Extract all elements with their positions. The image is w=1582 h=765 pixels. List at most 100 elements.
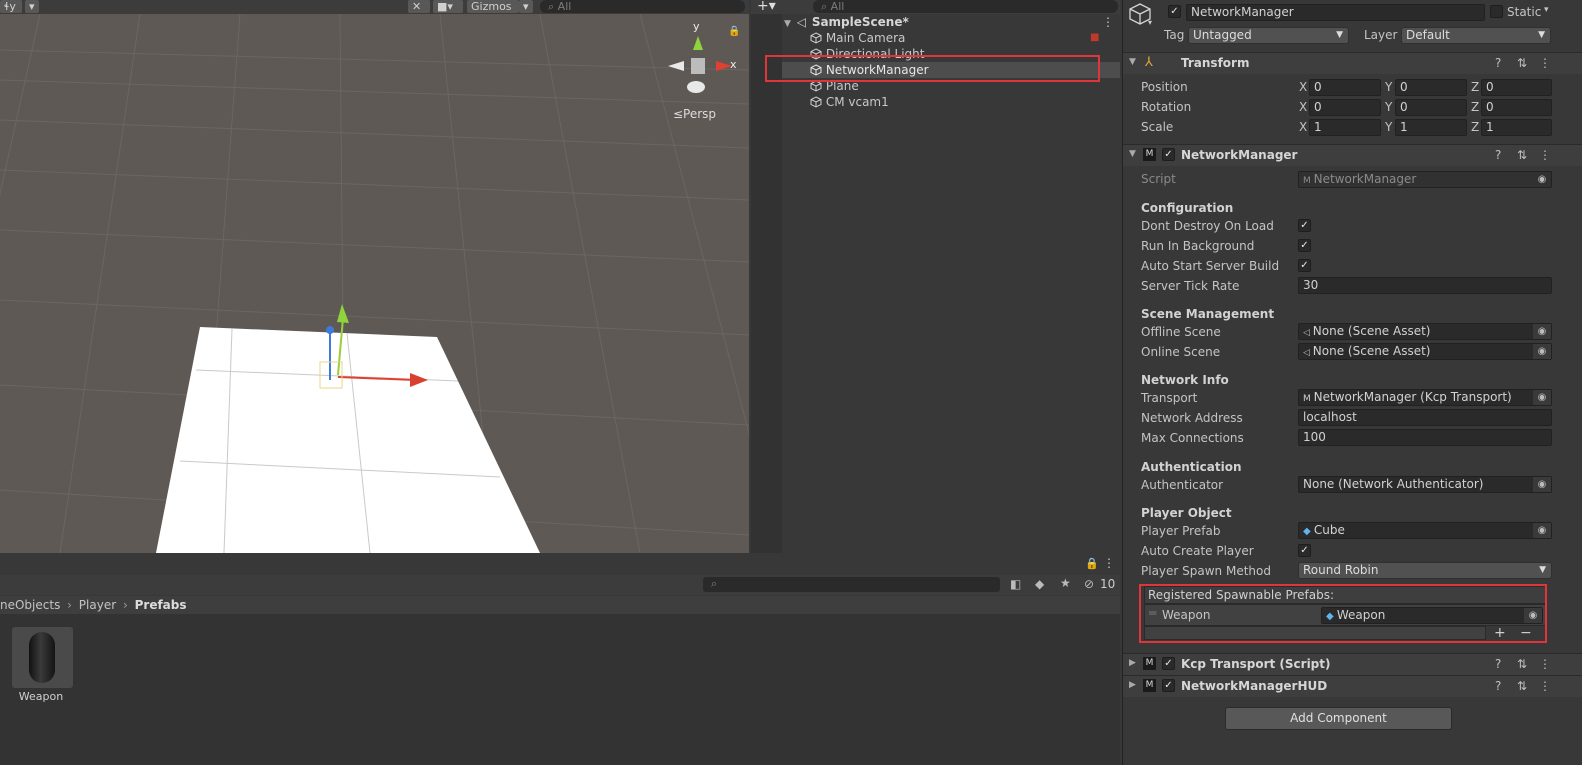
scene-search-input[interactable]: ⌕ All <box>540 0 745 13</box>
enabled-checkbox[interactable]: ✓ <box>1162 679 1175 692</box>
foldout-icon[interactable]: ▼ <box>784 19 791 29</box>
lock-icon[interactable]: 🔒 <box>728 26 740 37</box>
breadcrumb-item[interactable]: Player <box>79 598 116 612</box>
asset-weapon-thumbnail[interactable] <box>12 627 73 688</box>
active-checkbox[interactable]: ✓ <box>1168 5 1181 18</box>
hierarchy-item-main-camera[interactable]: Main Camera <box>810 30 905 46</box>
project-toolbar: ⌕ ◧ ◆ ★ ⊘ 10 <box>0 575 1120 595</box>
rotation-y-input[interactable]: 0 <box>1395 99 1467 116</box>
network-address-input[interactable]: localhost <box>1298 409 1552 426</box>
camera-icon[interactable]: ■▾ <box>433 0 463 13</box>
static-dropdown-icon[interactable]: ▾ <box>1544 5 1549 15</box>
hierarchy-item-cm-vcam1[interactable]: CM vcam1 <box>810 94 889 110</box>
scale-z-input[interactable]: 1 <box>1481 119 1552 136</box>
preset-icon[interactable]: ⇅ <box>1517 148 1527 162</box>
layer-dropdown[interactable]: Default ▼ <box>1401 27 1551 44</box>
plane-mesh <box>156 327 540 553</box>
kebab-menu-icon[interactable]: ⋮ <box>1539 679 1551 693</box>
layer-label: Layer <box>1364 28 1398 42</box>
help-icon[interactable]: ? <box>1495 148 1501 162</box>
offline-scene-field[interactable]: ◁ None (Scene Asset) ◉ <box>1298 323 1552 340</box>
hidden-eye-icon[interactable]: ⊘ <box>1084 577 1094 591</box>
kebab-menu-icon[interactable]: ⋮ <box>1102 14 1114 30</box>
tool-handle-button[interactable]: ɬy <box>0 0 22 13</box>
transport-label: Transport <box>1141 391 1198 405</box>
player-prefab-field[interactable]: ◆ Cube ◉ <box>1298 522 1552 539</box>
online-scene-field[interactable]: ◁ None (Scene Asset) ◉ <box>1298 343 1552 360</box>
gizmos-dropdown-icon[interactable]: ▾ <box>519 0 533 13</box>
filter-type-icon[interactable]: ◧ <box>1010 577 1021 591</box>
foldout-collapsed-icon[interactable]: ▶ <box>1129 680 1136 690</box>
chevron-down-icon[interactable]: ▾ <box>25 0 39 13</box>
breadcrumb-item[interactable]: neObjects <box>0 598 60 612</box>
transform-header[interactable]: ▼ ⅄ Transform ? ⇅ ⋮ <box>1123 52 1582 74</box>
scale-x-input[interactable]: 1 <box>1309 119 1381 136</box>
kebab-menu-icon[interactable]: ⋮ <box>1539 148 1551 162</box>
object-name-input[interactable]: NetworkManager <box>1186 4 1485 21</box>
add-icon[interactable]: +▾ <box>757 0 776 14</box>
hierarchy-search-input[interactable]: ⌕ All <box>813 0 1118 13</box>
icon-dropdown-icon[interactable]: ▾ <box>1148 18 1152 27</box>
tag-dropdown[interactable]: Untagged ▼ <box>1188 27 1349 44</box>
kebab-menu-icon[interactable]: ⋮ <box>1539 56 1551 70</box>
enabled-checkbox[interactable]: ✓ <box>1162 148 1175 161</box>
auto-create-checkbox[interactable]: ✓ <box>1298 544 1311 557</box>
networkmanager-header[interactable]: ▼ M ✓ NetworkManager ? ⇅ ⋮ <box>1123 144 1582 166</box>
persp-label[interactable]: ≤Persp <box>673 107 716 121</box>
object-picker-icon[interactable]: ◉ <box>1533 390 1551 405</box>
auto-start-checkbox[interactable]: ✓ <box>1298 259 1311 272</box>
foldout-collapsed-icon[interactable]: ▶ <box>1129 658 1136 668</box>
tick-rate-input[interactable]: 30 <box>1298 277 1552 294</box>
networkmanagerhud-header[interactable]: ▶ M ✓ NetworkManagerHUD ? ⇅ ⋮ <box>1123 675 1582 697</box>
highlight-box-registered-prefabs <box>1139 584 1547 643</box>
scene-view[interactable]: y x 🔒 ≤Persp <box>0 0 749 553</box>
transport-field[interactable]: M NetworkManager (Kcp Transport) ◉ <box>1298 389 1552 406</box>
kebab-menu-icon[interactable]: ⋮ <box>1539 657 1551 671</box>
help-icon[interactable]: ? <box>1495 679 1501 693</box>
run-in-background-checkbox[interactable]: ✓ <box>1298 239 1311 252</box>
asset-weapon-label: Weapon <box>18 690 64 703</box>
mirror-script-icon: M <box>1143 657 1156 670</box>
prefab-icon: ◆ <box>1303 526 1314 537</box>
preset-icon[interactable]: ⇅ <box>1517 679 1527 693</box>
kcp-transport-header[interactable]: ▶ M ✓ Kcp Transport (Script) ? ⇅ ⋮ <box>1123 653 1582 675</box>
dont-destroy-checkbox[interactable]: ✓ <box>1298 219 1311 232</box>
offline-scene-label: Offline Scene <box>1141 325 1221 339</box>
player-prefab-label: Player Prefab <box>1141 524 1221 538</box>
run-in-background-label: Run In Background <box>1141 239 1255 253</box>
foldout-icon[interactable]: ▼ <box>1129 57 1136 67</box>
authenticator-field[interactable]: None (Network Authenticator) ◉ <box>1298 476 1552 493</box>
enabled-checkbox[interactable]: ✓ <box>1162 657 1175 670</box>
gizmos-button[interactable]: Gizmos <box>467 0 519 13</box>
help-icon[interactable]: ? <box>1495 657 1501 671</box>
foldout-icon[interactable]: ▼ <box>1129 149 1136 159</box>
object-picker-icon[interactable]: ◉ <box>1533 477 1551 492</box>
kebab-menu-icon[interactable]: ⋮ <box>1103 556 1115 570</box>
help-icon[interactable]: ? <box>1495 56 1501 70</box>
position-y-input[interactable]: 0 <box>1395 79 1467 96</box>
lock-icon[interactable]: 🔒 <box>1085 557 1099 570</box>
static-checkbox[interactable] <box>1490 5 1503 18</box>
max-connections-input[interactable]: 100 <box>1298 429 1552 446</box>
object-picker-icon[interactable]: ◉ <box>1533 344 1551 359</box>
y-label: Y <box>1385 100 1393 114</box>
rotation-z-input[interactable]: 0 <box>1481 99 1552 116</box>
scale-y-input[interactable]: 1 <box>1395 119 1467 136</box>
breadcrumb-current[interactable]: Prefabs <box>135 598 187 612</box>
rotation-x-input[interactable]: 0 <box>1309 99 1381 116</box>
position-x-input[interactable]: 0 <box>1309 79 1381 96</box>
scene-row[interactable]: ▼ ◁ SampleScene* ⋮ <box>784 14 1120 30</box>
preset-icon[interactable]: ⇅ <box>1517 657 1527 671</box>
label-icon[interactable]: ◆ <box>1035 577 1044 591</box>
object-picker-icon[interactable]: ◉ <box>1533 324 1551 339</box>
project-search-input[interactable]: ⌕ <box>703 577 1000 592</box>
scene-asset-icon: ◁ <box>1303 328 1313 338</box>
preset-icon[interactable]: ⇅ <box>1517 56 1527 70</box>
add-component-button[interactable]: Add Component <box>1225 707 1452 730</box>
object-picker-icon[interactable]: ◉ <box>1533 523 1551 538</box>
star-icon[interactable]: ★ <box>1060 576 1071 590</box>
position-z-input[interactable]: 0 <box>1481 79 1552 96</box>
spawn-method-dropdown[interactable]: Round Robin ▼ <box>1298 562 1552 579</box>
chevron-down-icon: ▼ <box>1538 30 1545 40</box>
tools-icon[interactable]: ✕ <box>408 0 430 13</box>
